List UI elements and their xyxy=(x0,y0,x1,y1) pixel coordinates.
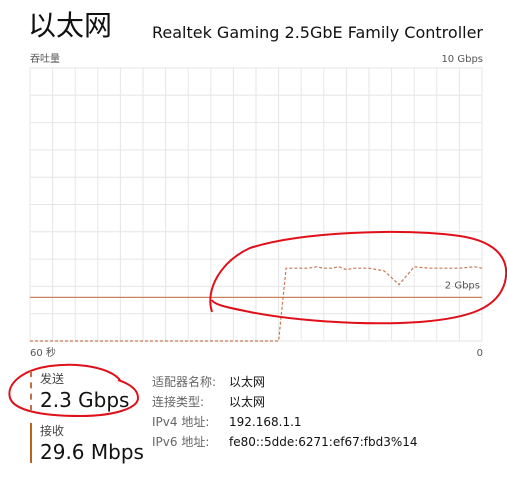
annotation-circle-chart xyxy=(209,231,507,325)
detail-key: 连接类型: xyxy=(152,395,205,409)
adapter-details: 适配器名称: 以太网 连接类型: 以太网 IPv4 地址: 192.168.1.… xyxy=(152,372,418,452)
chart-grid xyxy=(29,67,483,342)
send-value: 2.3 Gbps xyxy=(40,388,130,412)
detail-row-connection-type: 连接类型: 以太网 xyxy=(152,392,418,412)
ethernet-performance-panel: 以太网 Realtek Gaming 2.5GbE Family Control… xyxy=(0,0,507,486)
detail-key: 适配器名称: xyxy=(152,375,217,389)
detail-value: 以太网 xyxy=(229,395,266,409)
x-axis-start-label: 60 秒 xyxy=(30,348,56,359)
detail-row-adapter-name: 适配器名称: 以太网 xyxy=(152,372,418,392)
send-stat[interactable]: 发送 2.3 Gbps xyxy=(30,371,130,412)
reference-line-label: 2 Gbps xyxy=(445,280,480,291)
detail-value[interactable]: 192.168.1.1 xyxy=(229,414,302,430)
recv-value: 29.6 Mbps xyxy=(40,440,144,464)
detail-value[interactable]: fe80::5dde:6271:ef67:fbd3%14 xyxy=(229,434,418,450)
detail-key: IPv6 地址: xyxy=(152,435,210,449)
detail-key: IPv4 地址: xyxy=(152,415,210,429)
send-label: 发送 xyxy=(40,372,65,386)
detail-row-ipv4: IPv4 地址: 192.168.1.1 xyxy=(152,412,418,432)
recv-stat[interactable]: 接收 29.6 Mbps xyxy=(30,423,144,464)
recv-label: 接收 xyxy=(40,424,65,438)
detail-row-ipv6: IPv6 地址: fe80::5dde:6271:ef67:fbd3%14 xyxy=(152,432,418,452)
detail-value: 以太网 xyxy=(229,375,266,389)
x-axis-end-label: 0 xyxy=(476,348,483,359)
